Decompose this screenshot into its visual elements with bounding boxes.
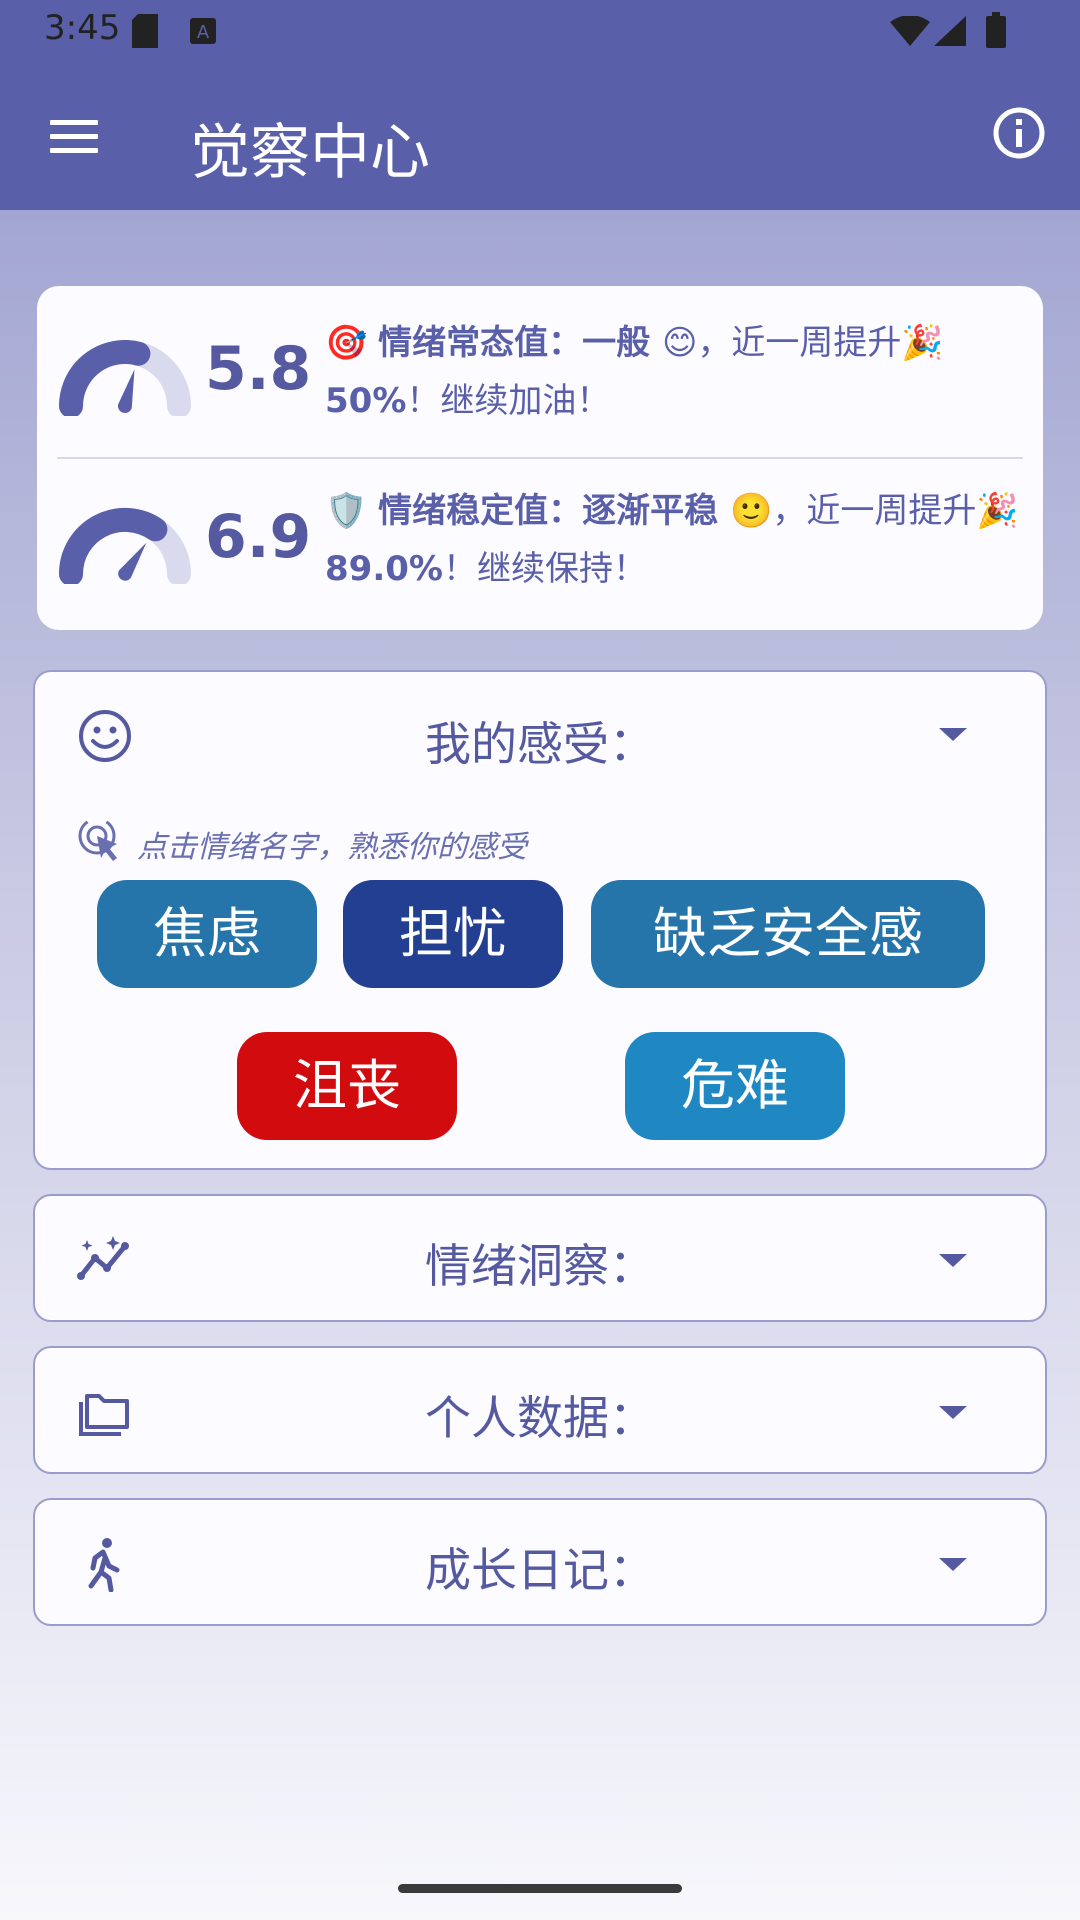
chip-label: 焦虑 [153, 902, 261, 965]
insights-title: 情绪洞察： [425, 1239, 655, 1293]
growth-diary-panel-header[interactable]: 成长日记： [35, 1500, 1045, 1624]
personal-data-panel: 个人数据： [33, 1346, 1047, 1474]
app-title: 觉察中心 [190, 118, 430, 188]
status-bar: 3:45 A [0, 0, 1080, 64]
chip-distress[interactable]: 危难 [625, 1032, 845, 1140]
chip-frustration[interactable]: 沮丧 [237, 1032, 457, 1140]
chip-label: 危难 [681, 1054, 789, 1117]
hint: 点击情绪名字，熟悉你的感受 [77, 814, 777, 865]
gauge-icon [59, 340, 191, 416]
chevron-down-icon [939, 1254, 967, 1267]
personal-data-panel-header[interactable]: 个人数据： [35, 1348, 1045, 1472]
feelings-title: 我的感受： [425, 717, 655, 771]
info-icon[interactable] [992, 106, 1046, 160]
score-encouragement: ！继续保持！ [442, 549, 647, 589]
signal-icon [934, 16, 966, 46]
chip-label: 沮丧 [293, 1054, 401, 1117]
chip-worry[interactable]: 担忧 [343, 880, 563, 988]
shield-icon: 🛡️ [325, 491, 368, 531]
gauge-icon [58, 508, 191, 584]
score-trend: ，近一周提升🎉 [697, 323, 944, 363]
score-row-stability: 6.9 🛡️ 情绪稳定值：逐渐平稳 🙂，近一周提升🎉 89.0%！继续保持！ [37, 454, 1043, 622]
app-bar: 觉察中心 [0, 64, 1080, 210]
chip-anxiety[interactable]: 焦虑 [97, 880, 317, 988]
score-description: 🛡️ 情绪稳定值：逐渐平稳 🙂，近一周提升🎉 89.0%！继续保持！ [325, 482, 1025, 598]
wifi-icon [890, 16, 930, 46]
personal-data-title: 个人数据： [425, 1391, 655, 1445]
chevron-down-icon [939, 1406, 967, 1419]
growth-diary-title: 成长日记： [425, 1543, 655, 1597]
menu-icon[interactable] [50, 120, 98, 156]
touch-hint-icon [78, 817, 117, 861]
target-icon: 🎯 [325, 323, 368, 363]
score-label: 情绪常态值：一般 😊 [378, 323, 698, 363]
growth-diary-panel: 成长日记： [33, 1498, 1047, 1626]
keyboard-a-icon: A [190, 18, 216, 44]
score-percent: 89.0% [325, 549, 443, 589]
chip-label: 缺乏安全感 [653, 902, 923, 965]
hint-text: 点击情绪名字，熟悉你的感受 [137, 830, 527, 865]
feelings-panel: 我的感受： 点击情绪名字，熟悉你的感受 焦虑 担忧 缺乏安全感 沮丧 危难 [33, 670, 1047, 1170]
feelings-panel-header[interactable]: 我的感受： [35, 672, 1045, 796]
score-encouragement: ！继续加油！ [406, 381, 611, 421]
insights-panel: 情绪洞察： [33, 1194, 1047, 1322]
chevron-down-icon [939, 728, 967, 741]
score-card: 5.8 🎯 情绪常态值：一般 😊，近一周提升🎉50%！继续加油！ 6.9 🛡️ … [37, 286, 1043, 630]
score-description: 🎯 情绪常态值：一般 😊，近一周提升🎉 50%！继续加油！ [325, 314, 1025, 430]
chip-insecurity[interactable]: 缺乏安全感 [591, 880, 985, 988]
svg-text:A: A [197, 22, 210, 43]
insights-panel-header[interactable]: 情绪洞察： [35, 1196, 1045, 1320]
home-indicator[interactable] [398, 1884, 682, 1893]
battery-icon [986, 12, 1006, 48]
score-percent: 50% [325, 381, 407, 421]
chevron-down-icon [939, 1558, 967, 1571]
chip-label: 担忧 [399, 902, 507, 965]
score-value: 6.9 [205, 502, 312, 572]
score-value: 5.8 [205, 334, 312, 404]
status-time: 3:45 [44, 8, 121, 48]
score-label: 情绪稳定值：逐渐平稳 🙂 [378, 491, 773, 531]
score-trend: ，近一周提升🎉 [772, 491, 1019, 531]
score-row-baseline: 5.8 🎯 情绪常态值：一般 😊，近一周提升🎉 50%！继续加油！ [37, 286, 1043, 454]
sd-card-icon [132, 14, 158, 48]
